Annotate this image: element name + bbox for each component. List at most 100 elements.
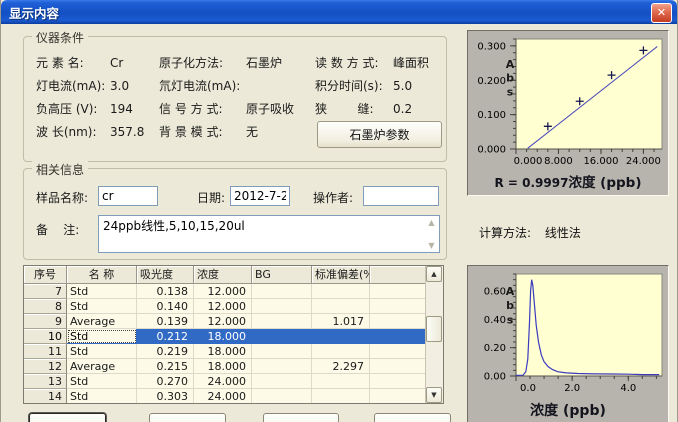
table-cell[interactable]	[252, 314, 312, 329]
table-cell[interactable]	[312, 284, 370, 299]
bottom-button-3[interactable]	[263, 413, 339, 422]
scroll-up-button[interactable]: ▲	[426, 266, 442, 282]
table-cell[interactable]: Average	[67, 314, 137, 329]
table-cell[interactable]: 0.212	[137, 329, 194, 344]
table-cell[interactable]: 9	[24, 314, 67, 329]
table-cell[interactable]	[252, 344, 312, 359]
table-scrollbar[interactable]: ▲ ▼	[425, 266, 443, 403]
table-cell[interactable]	[370, 344, 426, 359]
table-cell[interactable]	[370, 359, 426, 374]
column-header[interactable]: 序号	[24, 266, 67, 284]
note-textarea[interactable]: 24ppb线性,5,10,15,20ul	[98, 215, 440, 253]
table-header-row: 序号名 称吸光度浓度BG标准偏差(%	[24, 266, 426, 284]
table-cell[interactable]	[312, 329, 370, 344]
table-cell[interactable]: 0.138	[137, 284, 194, 299]
table-cell[interactable]: 0.139	[137, 314, 194, 329]
table-cell[interactable]: 12.000	[194, 284, 252, 299]
table-cell[interactable]: Std	[67, 344, 137, 359]
table-cell[interactable]: 18.000	[194, 359, 252, 374]
table-cell[interactable]	[370, 299, 426, 314]
table-cell[interactable]: 24.000	[194, 374, 252, 389]
table-cell[interactable]: 0.140	[137, 299, 194, 314]
graphite-furnace-params-button[interactable]: 石墨炉参数	[317, 121, 442, 148]
table-cell[interactable]: 24.000	[194, 389, 252, 404]
table-cell[interactable]	[252, 389, 312, 404]
note-scroll-up-icon[interactable]: ▲	[425, 217, 438, 228]
table-cell[interactable]: 12.000	[194, 299, 252, 314]
table-cell[interactable]: 8	[24, 299, 67, 314]
column-header[interactable]: 名 称	[67, 266, 137, 284]
field-value: 石墨炉	[246, 54, 315, 71]
table-row[interactable]: 13Std0.27024.000	[24, 374, 426, 389]
date-input[interactable]	[230, 186, 290, 206]
table-cell[interactable]: 10	[24, 329, 67, 344]
table-cell[interactable]: 14	[24, 389, 67, 404]
table-cell[interactable]: 11	[24, 344, 67, 359]
group-related-title: 相关信息	[32, 161, 88, 178]
column-header[interactable]: 标准偏差(%	[312, 266, 370, 284]
table-row[interactable]: 12Average0.21518.000 2.297	[24, 359, 426, 374]
field-label: 狭 缝:	[315, 100, 393, 117]
field-value: 0.2	[393, 102, 440, 116]
scroll-down-button[interactable]: ▼	[426, 387, 442, 403]
y-axis-label-char: s	[507, 85, 514, 98]
close-button[interactable]: ✕	[651, 3, 672, 23]
table-cell[interactable]: Std	[67, 374, 137, 389]
titlebar[interactable]: 显示内容 ✕	[1, 0, 677, 24]
table-cell[interactable]: Average	[67, 359, 137, 374]
table-cell[interactable]: 12	[24, 359, 67, 374]
table-cell[interactable]	[312, 389, 370, 404]
table-cell[interactable]	[312, 374, 370, 389]
table-cell[interactable]	[252, 284, 312, 299]
table-cell[interactable]: 13	[24, 374, 67, 389]
table-cell[interactable]: 18.000	[194, 329, 252, 344]
table-cell[interactable]	[252, 359, 312, 374]
column-header[interactable]	[370, 266, 426, 284]
window-title: 显示内容	[1, 3, 59, 22]
bottom-button-2[interactable]	[149, 413, 226, 422]
table-row[interactable]: 10Std0.21218.000	[24, 329, 426, 344]
table-cell[interactable]	[370, 284, 426, 299]
table-row[interactable]: 7Std0.13812.000	[24, 284, 426, 299]
table-cell[interactable]: 1.017	[312, 314, 370, 329]
table-cell[interactable]: 7	[24, 284, 67, 299]
table-cell[interactable]: 0.215	[137, 359, 194, 374]
table-cell[interactable]	[252, 329, 312, 344]
note-scroll-down-icon[interactable]: ▼	[425, 240, 438, 251]
table-cell[interactable]: Std	[67, 329, 137, 344]
table-cell[interactable]	[370, 374, 426, 389]
column-header[interactable]: 吸光度	[137, 266, 194, 284]
table-cell[interactable]: Std	[67, 299, 137, 314]
table-cell[interactable]: Std	[67, 389, 137, 404]
table-cell[interactable]	[370, 314, 426, 329]
table-row[interactable]: 8Std0.14012.000	[24, 299, 426, 314]
table-row[interactable]: 14Std0.30324.000	[24, 389, 426, 404]
table-cell[interactable]: 12.000	[194, 314, 252, 329]
results-table: 序号名 称吸光度浓度BG标准偏差(% 7Std0.13812.0008Std0.…	[23, 265, 444, 404]
x-tick-label: 2.0	[564, 383, 580, 394]
table-row[interactable]: 11Std0.21918.000	[24, 344, 426, 359]
column-header[interactable]: 浓度	[194, 266, 252, 284]
table-cell[interactable]	[252, 299, 312, 314]
x-tick-label: 8.000	[544, 156, 573, 167]
table-cell[interactable]: 2.297	[312, 359, 370, 374]
table-cell[interactable]: 0.219	[137, 344, 194, 359]
column-header[interactable]: BG	[252, 266, 312, 284]
table-cell[interactable]	[370, 329, 426, 344]
table-cell[interactable]	[370, 389, 426, 404]
table-cell[interactable]: 0.303	[137, 389, 194, 404]
field-label: 灯电流(mA):	[36, 77, 110, 94]
bottom-button-4[interactable]	[374, 413, 451, 422]
operator-input[interactable]	[363, 186, 439, 206]
table-cell[interactable]: Std	[67, 284, 137, 299]
bottom-button-1[interactable]	[29, 413, 106, 422]
scroll-thumb[interactable]	[426, 316, 442, 342]
table-cell[interactable]: 0.270	[137, 374, 194, 389]
table-row[interactable]: 9Average0.13912.000 1.017	[24, 314, 426, 329]
table-cell[interactable]	[312, 299, 370, 314]
table-cell[interactable]	[312, 344, 370, 359]
table-cell[interactable]	[252, 374, 312, 389]
table-cell[interactable]: 18.000	[194, 344, 252, 359]
sample-name-input[interactable]	[98, 186, 158, 206]
calc-method-label: 计算方法:	[479, 226, 531, 240]
